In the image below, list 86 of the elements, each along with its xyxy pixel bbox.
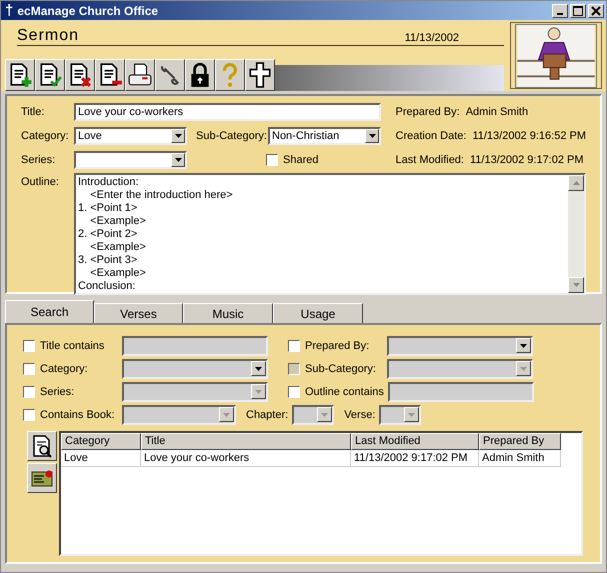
field-label: Category:: [21, 130, 70, 142]
info-value: 11/13/2002 9:17:02 PM: [470, 154, 584, 166]
filter-dropdown[interactable]: [387, 358, 533, 378]
column-header[interactable]: Last Modified: [351, 433, 479, 450]
filter-label: Outline contains: [305, 386, 384, 398]
dropdown-arrow-icon: [174, 134, 182, 138]
table-cell: Love your co-workers: [141, 450, 351, 467]
filter-checkbox[interactable]: [288, 386, 300, 398]
toolbar-button[interactable]: [155, 59, 185, 91]
info-label: Last Modified:: [396, 154, 464, 166]
info-value: 11/13/2002 9:16:52 PM: [472, 130, 586, 142]
cross-icon: [247, 62, 273, 88]
field-label: Series:: [21, 154, 56, 166]
filter-dropdown[interactable]: [387, 336, 533, 356]
filter-checkbox[interactable]: [23, 408, 35, 420]
printer-icon: [127, 62, 153, 88]
tab[interactable]: Verses: [94, 303, 183, 323]
table-cell: Admin Smith: [479, 450, 561, 467]
series-dropdown[interactable]: [74, 151, 187, 169]
filter-label: Verse:: [344, 408, 376, 420]
filter-label: Prepared By:: [305, 340, 370, 352]
dropdown-arrow-icon: [321, 412, 328, 416]
title-field[interactable]: Love your co-workers: [74, 103, 381, 121]
edit-button[interactable]: [27, 463, 57, 493]
field-label: Sub-Category:: [196, 130, 268, 142]
toolbar-button[interactable]: [245, 59, 275, 91]
filter-checkbox[interactable]: [23, 340, 35, 352]
filter-dropdown[interactable]: [292, 404, 334, 424]
category-dropdown[interactable]: Love: [74, 127, 187, 145]
filter-field[interactable]: [122, 336, 268, 356]
maximize-button[interactable]: [570, 4, 586, 18]
date-label: 11/13/2002: [404, 32, 459, 44]
field-label: Title:: [21, 106, 46, 118]
filter-dropdown[interactable]: [122, 358, 268, 378]
filter-checkbox[interactable]: [23, 386, 35, 398]
filter-label: Chapter:: [246, 408, 288, 420]
info-label: Prepared By:: [396, 106, 460, 118]
checkbox-label: Shared: [283, 154, 318, 166]
dropdown-arrow-icon: [174, 158, 182, 162]
filter-dropdown[interactable]: [122, 382, 268, 402]
tab[interactable]: Usage: [273, 303, 363, 323]
filter-label: Title contains: [40, 340, 106, 352]
maximize-icon: [573, 6, 583, 16]
page-title: Sermon: [17, 27, 80, 45]
dropdown-arrow-icon: [520, 344, 527, 348]
view-button[interactable]: [27, 431, 57, 461]
field-label: Outline:: [21, 175, 60, 190]
table-cell: 11/13/2002 9:17:02 PM: [351, 450, 479, 467]
filter-label: Contains Book:: [40, 408, 116, 420]
minimize-icon: [557, 12, 563, 14]
toolbar-button[interactable]: [215, 59, 245, 91]
dropdown-arrow-icon: [408, 412, 416, 416]
dropdown-arrow-icon: [223, 412, 230, 416]
close-button[interactable]: [588, 4, 604, 18]
minimize-button[interactable]: [552, 4, 568, 18]
sub-category-dropdown[interactable]: Non-Christian: [268, 127, 381, 145]
filter-label: Category:: [40, 362, 89, 374]
cross-icon: †: [5, 3, 14, 18]
info-value: Admin Smith: [466, 106, 528, 118]
close-icon: [591, 6, 601, 16]
window-title: ecManage Church Office: [17, 4, 160, 18]
filter-checkbox[interactable]: [23, 362, 35, 374]
tab[interactable]: Music: [183, 303, 273, 323]
column-header[interactable]: Prepared By: [479, 433, 561, 450]
toolbar-button[interactable]: [125, 59, 155, 91]
info-label: Creation Date:: [396, 130, 466, 142]
toolbar-button[interactable]: [95, 59, 125, 91]
tab[interactable]: Search: [5, 300, 94, 323]
toolbar-button[interactable]: [65, 59, 95, 91]
filter-dropdown[interactable]: [122, 404, 236, 424]
dropdown-arrow-icon: [255, 366, 262, 370]
dropdown-arrow-icon: [368, 134, 376, 138]
filter-label: Series:: [40, 386, 76, 398]
filter-checkbox[interactable]: [288, 340, 300, 352]
filter-dropdown[interactable]: [379, 404, 422, 424]
dropdown-arrow-icon: [520, 366, 527, 370]
filter-label: Sub-Category:: [305, 362, 377, 374]
toolbar-button[interactable]: [5, 59, 35, 91]
column-header[interactable]: Category: [61, 433, 141, 450]
toolbar-button[interactable]: [35, 59, 65, 91]
dropdown-arrow-icon: [255, 390, 262, 394]
toolbar-button[interactable]: [185, 59, 215, 91]
shared-checkbox[interactable]: [266, 154, 278, 166]
table-cell: Love: [61, 450, 141, 467]
filter-field[interactable]: [388, 382, 534, 402]
column-header[interactable]: Title: [141, 433, 351, 450]
